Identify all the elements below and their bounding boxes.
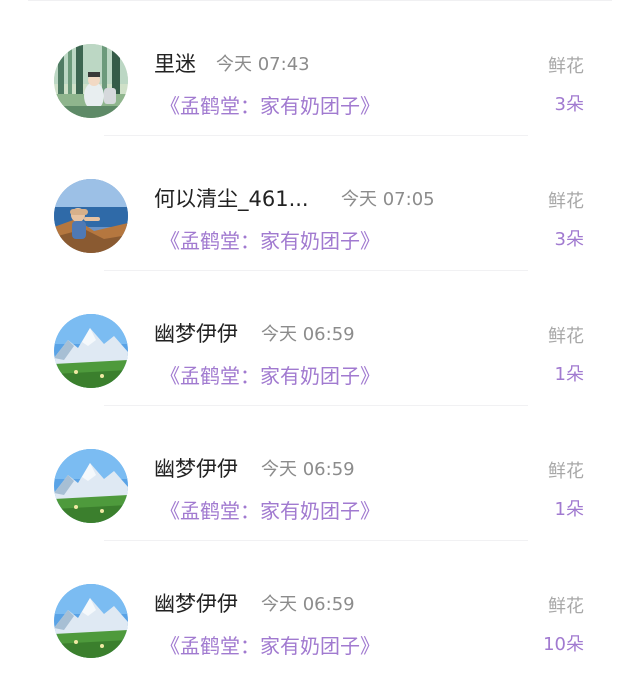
avatar[interactable] bbox=[54, 179, 128, 253]
mountain-photo-avatar-image bbox=[54, 314, 128, 388]
timestamp: 今天 06:59 bbox=[261, 324, 355, 345]
user-name[interactable]: 幽梦伊伊 bbox=[154, 318, 238, 348]
gift-count: 3朵 bbox=[554, 94, 584, 115]
gift-count: 10朵 bbox=[543, 634, 584, 655]
sea-photo-avatar-image bbox=[54, 179, 128, 253]
gift-record-row[interactable]: 何以清尘_461... 今天 07:05 《孟鹤堂：家有奶团子》 鲜花 3朵 bbox=[0, 135, 640, 271]
gift-record-row[interactable]: 幽梦伊伊 今天 06:59 《孟鹤堂：家有奶团子》 鲜花 1朵 bbox=[0, 405, 640, 541]
book-title-link[interactable]: 《孟鹤堂：家有奶团子》 bbox=[160, 90, 380, 119]
book-title-link[interactable]: 《孟鹤堂：家有奶团子》 bbox=[160, 360, 380, 389]
avatar[interactable] bbox=[54, 44, 128, 118]
gift-record-row[interactable]: 幽梦伊伊 今天 06:59 《孟鹤堂：家有奶团子》 鲜花 10朵 bbox=[0, 540, 640, 675]
timestamp: 今天 07:43 bbox=[216, 54, 310, 75]
gift-count: 1朵 bbox=[554, 499, 584, 520]
gift-type-label: 鲜花 bbox=[548, 596, 584, 617]
gift-count: 1朵 bbox=[554, 364, 584, 385]
user-name[interactable]: 幽梦伊伊 bbox=[154, 588, 238, 618]
timestamp: 今天 06:59 bbox=[261, 594, 355, 615]
avatar[interactable] bbox=[54, 449, 128, 523]
avatar[interactable] bbox=[54, 584, 128, 658]
gift-type-label: 鲜花 bbox=[548, 326, 584, 347]
gift-count: 3朵 bbox=[554, 229, 584, 250]
book-title-link[interactable]: 《孟鹤堂：家有奶团子》 bbox=[160, 630, 380, 659]
user-name[interactable]: 里迷 bbox=[154, 48, 196, 78]
gift-record-row[interactable]: 里迷 今天 07:43 《孟鹤堂：家有奶团子》 鲜花 3朵 bbox=[0, 0, 640, 136]
flower-gift-list: 里迷 今天 07:43 《孟鹤堂：家有奶团子》 鲜花 3朵 何以清尘_461..… bbox=[0, 0, 640, 675]
avatar[interactable] bbox=[54, 314, 128, 388]
mountain-photo-avatar-image bbox=[54, 584, 128, 658]
forest-illustration-avatar-image bbox=[54, 44, 128, 118]
user-name[interactable]: 幽梦伊伊 bbox=[154, 453, 238, 483]
book-title-link[interactable]: 《孟鹤堂：家有奶团子》 bbox=[160, 495, 380, 524]
book-title-link[interactable]: 《孟鹤堂：家有奶团子》 bbox=[160, 225, 380, 254]
mountain-photo-avatar-image bbox=[54, 449, 128, 523]
timestamp: 今天 06:59 bbox=[261, 459, 355, 480]
gift-record-row[interactable]: 幽梦伊伊 今天 06:59 《孟鹤堂：家有奶团子》 鲜花 1朵 bbox=[0, 270, 640, 406]
gift-type-label: 鲜花 bbox=[548, 461, 584, 482]
gift-type-label: 鲜花 bbox=[548, 56, 584, 77]
gift-type-label: 鲜花 bbox=[548, 191, 584, 212]
timestamp: 今天 07:05 bbox=[341, 189, 435, 210]
user-name[interactable]: 何以清尘_461... bbox=[154, 183, 309, 213]
